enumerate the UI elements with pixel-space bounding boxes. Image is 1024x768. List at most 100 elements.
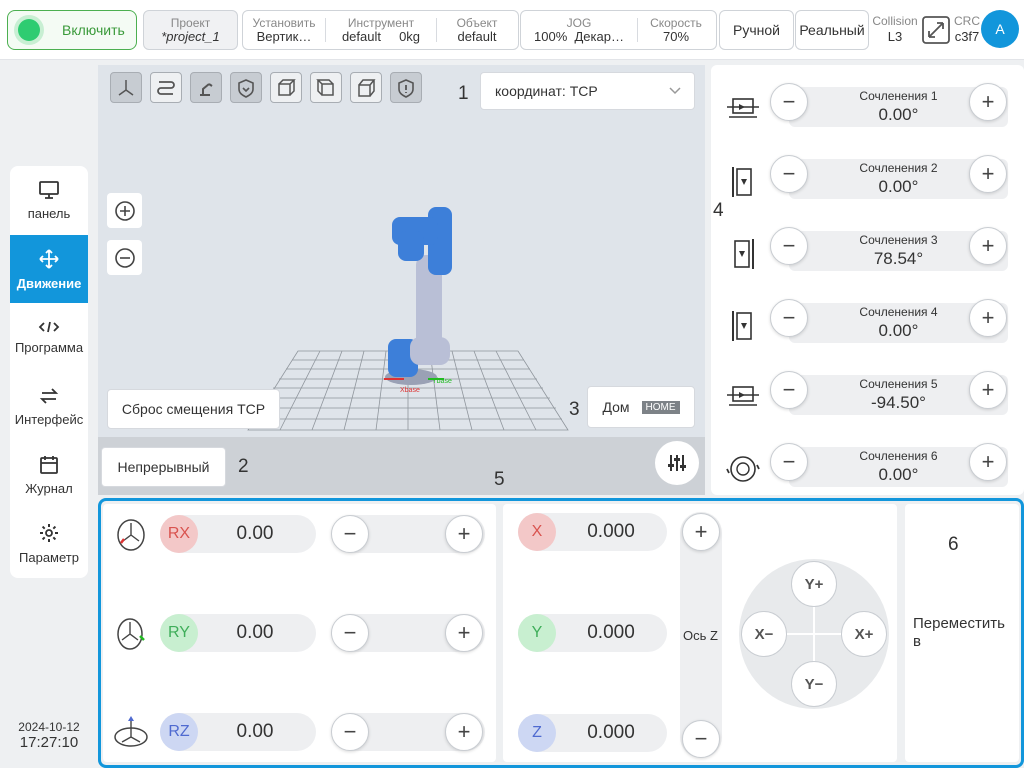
axis-label: RX (167, 525, 191, 542)
cube-side-icon (316, 78, 334, 96)
joint-4-minus-button[interactable]: − (770, 299, 808, 337)
shield-alert-icon (398, 78, 414, 98)
nav-item-dashboard[interactable]: панель (10, 166, 88, 235)
view-side-button[interactable] (310, 72, 342, 103)
view-safety-button[interactable] (390, 72, 422, 103)
joint-1-minus-button[interactable]: − (770, 83, 808, 121)
crc-indicator: CRC c3f7 (952, 14, 982, 44)
x-value: 0.000 (587, 521, 635, 542)
ry-value: 0.00 (236, 622, 274, 643)
manual-mode-button[interactable]: Ручной (719, 10, 794, 50)
avatar[interactable]: A (981, 10, 1019, 48)
home-button[interactable]: Дом HOME (587, 386, 695, 428)
y-value: 0.000 (587, 622, 635, 643)
speed-title: Скорость (650, 16, 702, 30)
ry-badge: RY (160, 614, 198, 652)
joint-1-plus-button[interactable]: + (969, 83, 1007, 121)
install-tool-object-box[interactable]: Установить Вертик… Инструмент default 0k… (242, 10, 519, 50)
joint-2-plus-button[interactable]: + (969, 155, 1007, 193)
reset-tcp-offset-button[interactable]: Сброс смещения TCP (107, 389, 280, 429)
joint-2-minus-button[interactable]: − (770, 155, 808, 193)
joint-3-minus-button[interactable]: − (770, 227, 808, 265)
axis-y-label: Ybase (432, 378, 452, 385)
speed-value: 70% (662, 29, 690, 44)
y-field[interactable]: Y 0.000 (518, 614, 667, 652)
project-box[interactable]: Проект *project_1 (143, 10, 238, 50)
calendar-icon (40, 455, 58, 474)
z-minus-button[interactable]: − (682, 720, 720, 758)
cube-top-icon (358, 78, 376, 97)
rx-minus-button[interactable]: − (331, 515, 369, 553)
y-minus-button[interactable]: Y− (791, 661, 837, 707)
continuous-mode-button[interactable]: Непрерывный (101, 447, 226, 487)
view-shield-button[interactable] (230, 72, 262, 103)
ry-plus-button[interactable]: + (445, 614, 483, 652)
joint-3-plus-button[interactable]: + (969, 227, 1007, 265)
collision-title: Collision (872, 14, 918, 28)
nav-item-program[interactable]: Программа (10, 303, 88, 372)
joint-5-plus-button[interactable]: + (969, 371, 1007, 409)
nav-label: панель (27, 205, 71, 221)
enable-button[interactable]: Включить (7, 10, 137, 50)
collision-indicator[interactable]: Collision L3 (870, 14, 920, 44)
view-top-button[interactable] (350, 72, 382, 103)
joint-5-minus-button[interactable]: − (770, 371, 808, 409)
crc-value: c3f7 (954, 29, 980, 44)
shield-icon (238, 78, 254, 98)
axis-label: Z (532, 724, 542, 741)
code-icon (38, 322, 60, 333)
rz-field[interactable]: RZ 0.00 (160, 713, 316, 751)
zoom-in-icon (114, 200, 135, 221)
install-title: Установить (252, 16, 316, 30)
joint-6-minus-button[interactable]: − (770, 443, 808, 481)
jog-speed-box[interactable]: JOG 100% Декар… Скорость 70% (520, 10, 717, 50)
coordinate-select-value: координат: TCP (495, 83, 598, 99)
zoom-in-button[interactable] (107, 193, 142, 228)
rx-field[interactable]: RX 0.00 (160, 515, 316, 553)
path-icon (157, 80, 175, 95)
x-field[interactable]: X 0.000 (518, 513, 667, 551)
view-front-button[interactable] (270, 72, 302, 103)
nav-label: Журнал (25, 480, 73, 496)
joint-4-plus-button[interactable]: + (969, 299, 1007, 337)
adjust-settings-button[interactable] (655, 441, 699, 485)
coordinate-select[interactable]: координат: TCP (480, 72, 695, 110)
z-badge: Z (518, 714, 556, 752)
z-field[interactable]: Z 0.000 (518, 714, 667, 752)
y-plus-button[interactable]: Y+ (791, 561, 837, 607)
nav-label: Параметр (19, 550, 79, 566)
marker-2: 2 (238, 456, 249, 477)
real-mode-button[interactable]: Реальный (795, 10, 869, 50)
nav-label: Программа (14, 340, 84, 356)
zoom-out-button[interactable] (107, 240, 142, 275)
sliders-icon (668, 455, 686, 471)
chevron-down-icon (669, 87, 681, 95)
z-plus-button[interactable]: + (682, 513, 720, 551)
ry-field[interactable]: RY 0.00 (160, 614, 316, 652)
fullscreen-icon[interactable] (921, 15, 951, 45)
monitor-icon (39, 180, 59, 199)
rz-plus-button[interactable]: + (445, 713, 483, 751)
marker-1: 1 (458, 83, 469, 104)
nav-item-log[interactable]: Журнал (10, 441, 88, 510)
joint-row-1: Сочленения 1 0.00° − + (711, 79, 1024, 151)
view-robot-button[interactable] (190, 72, 222, 103)
axis-x-label: Xbase (400, 387, 420, 394)
axis-label: X (531, 523, 543, 540)
z-value: 0.000 (587, 722, 635, 743)
joint-6-plus-button[interactable]: + (969, 443, 1007, 481)
jog-value: 100% (534, 29, 568, 44)
x-plus-button[interactable]: X+ (841, 611, 887, 657)
nav-item-settings[interactable]: Параметр (10, 509, 88, 578)
tool-value: default (341, 29, 381, 44)
x-minus-button[interactable]: X− (741, 611, 787, 657)
rz-minus-button[interactable]: − (331, 713, 369, 751)
ry-minus-button[interactable]: − (331, 614, 369, 652)
view-path-button[interactable] (150, 72, 182, 103)
home-tag: HOME (641, 400, 680, 414)
rx-plus-button[interactable]: + (445, 515, 483, 553)
nav-item-motion[interactable]: Движение (10, 234, 88, 304)
view-iso-button[interactable] (110, 72, 142, 103)
rx-value: 0.00 (236, 523, 274, 544)
nav-item-interface[interactable]: Интерфейс (10, 372, 88, 441)
